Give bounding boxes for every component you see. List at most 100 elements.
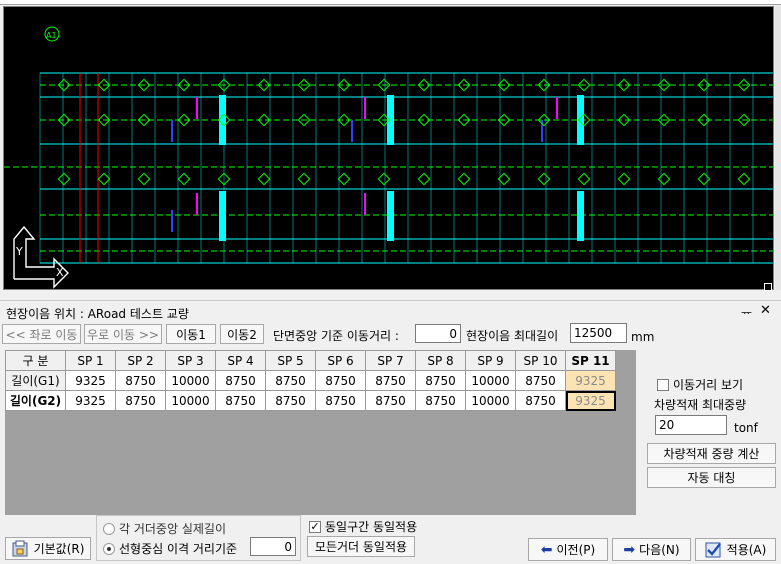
stud-marker — [617, 172, 631, 186]
max-load-input[interactable]: 20 — [655, 415, 727, 435]
radio-each-girder-button[interactable] — [103, 522, 115, 535]
apply-button-label: 적용(A) — [726, 543, 767, 557]
cad-viewport[interactable]: A1 Y X — [0, 0, 781, 294]
prev-button-label: 이전(P) — [556, 543, 596, 557]
grid-cell[interactable]: 8750 — [265, 390, 316, 411]
stud-marker — [137, 172, 151, 186]
panel-title: 현장이음 위치 : ARoad 테스트 교량 — [6, 307, 189, 321]
panel-header: 현장이음 위치 : ARoad 테스트 교량 ᅲ ✕ — [0, 300, 781, 322]
cad-scrollbar[interactable] — [775, 6, 781, 290]
col-header[interactable]: SP 7 — [365, 350, 416, 371]
splice-bar — [577, 191, 584, 241]
apply-button[interactable]: 적용(A) — [695, 538, 776, 561]
move2-button[interactable]: 이동2 — [220, 324, 264, 344]
grid-cell[interactable]: 8750 — [515, 370, 566, 391]
grid-cell[interactable]: 9325 — [65, 390, 116, 411]
grid-cell[interactable]: 10000 — [165, 390, 216, 411]
stud-marker — [257, 172, 271, 186]
row-header-selected[interactable]: 길이(G2) — [5, 390, 66, 411]
move1-button[interactable]: 이동1 — [166, 324, 216, 344]
max-load-unit: tonf — [734, 421, 758, 435]
stud-marker — [737, 172, 751, 186]
ucs-x-label: X — [56, 266, 64, 279]
auto-symmetry-button[interactable]: 자동 대칭 — [647, 467, 776, 488]
default-button-label: 기본값(R) — [33, 542, 85, 556]
grid-cell-readonly[interactable]: 9325 — [565, 370, 616, 391]
show-distance-toggle[interactable]: 이동거리 보기 — [657, 376, 743, 393]
span-length-grid[interactable]: 구 분 SP 1 SP 2 SP 3 SP 4 SP 5 SP 6 SP 7 S… — [5, 350, 636, 515]
cad-top-border — [0, 0, 781, 5]
radio-each-girder[interactable]: 각 거더중앙 실제길이 — [103, 520, 226, 537]
stud-marker — [417, 172, 431, 186]
grid-corner-header: 구 분 — [5, 350, 66, 371]
grid-cell[interactable]: 8750 — [515, 390, 566, 411]
grid-cell[interactable]: 9325 — [65, 370, 116, 391]
move-right-button[interactable]: 우로 이동 >> — [84, 324, 162, 344]
stud-marker — [697, 172, 711, 186]
arrow-right-icon: ➡ — [623, 541, 636, 558]
show-distance-checkbox[interactable] — [657, 378, 669, 391]
grid-cell-active[interactable]: 9325 — [565, 390, 616, 411]
grid-cell[interactable]: 8750 — [365, 370, 416, 391]
apply-all-girders-button[interactable]: 모든거더 동일적용 — [307, 536, 415, 557]
next-button[interactable]: ➡ 다음(N) — [612, 538, 691, 561]
next-button-label: 다음(N) — [639, 543, 680, 557]
grid-cell[interactable]: 8750 — [215, 370, 266, 391]
stud-marker — [457, 172, 471, 186]
apply-check-icon — [705, 542, 721, 557]
radio-line-center-button[interactable] — [103, 542, 115, 555]
grid-row-g2: 길이(G2) 9325 8750 10000 8750 8750 8750 87… — [5, 390, 616, 411]
same-section-toggle[interactable]: ✓ 동일구간 동일적용 — [309, 518, 417, 535]
calc-load-button[interactable]: 차량적재 중량 계산 — [647, 443, 776, 464]
grid-cell[interactable]: 8750 — [315, 390, 366, 411]
max-load-label: 차량적재 최대중량 — [654, 398, 747, 412]
grid-cell[interactable]: 8750 — [115, 390, 166, 411]
pin-icon[interactable]: ᅲ — [741, 304, 752, 321]
col-header[interactable]: SP 9 — [465, 350, 516, 371]
max-length-input[interactable]: 12500 — [570, 323, 627, 343]
move-left-button[interactable]: << 좌로 이동 — [2, 324, 81, 344]
col-header[interactable]: SP 8 — [415, 350, 466, 371]
grid-cell[interactable]: 8750 — [315, 370, 366, 391]
stud-marker — [337, 172, 351, 186]
col-header-selected[interactable]: SP 11 — [565, 350, 616, 371]
max-length-unit: mm — [631, 330, 655, 344]
row-header[interactable]: 길이(G1) — [5, 370, 66, 391]
stud-marker — [537, 172, 551, 186]
grid-cell[interactable]: 8750 — [415, 390, 466, 411]
grid-cell[interactable]: 8750 — [115, 370, 166, 391]
cad-resize-corner — [764, 283, 772, 291]
grid-cell[interactable]: 8750 — [215, 390, 266, 411]
grid-cell[interactable]: 10000 — [165, 370, 216, 391]
default-button[interactable]: 기본값(R) — [5, 537, 91, 560]
radio-line-center[interactable]: 선형중심 이격 거리기준 — [103, 540, 237, 557]
radio-line-center-label: 선형중심 이격 거리기준 — [119, 542, 238, 556]
grid-cell[interactable]: 8750 — [265, 370, 316, 391]
span-table: 구 분 SP 1 SP 2 SP 3 SP 4 SP 5 SP 6 SP 7 S… — [5, 350, 616, 411]
grid-cell[interactable]: 8750 — [365, 390, 416, 411]
cad-canvas[interactable]: A1 Y X — [3, 6, 774, 290]
col-header[interactable]: SP 6 — [315, 350, 366, 371]
grid-header-row: 구 분 SP 1 SP 2 SP 3 SP 4 SP 5 SP 6 SP 7 S… — [5, 350, 616, 371]
col-header[interactable]: SP 1 — [65, 350, 116, 371]
close-icon[interactable]: ✕ — [760, 303, 771, 318]
col-header[interactable]: SP 10 — [515, 350, 566, 371]
line-offset-input[interactable]: 0 — [250, 537, 296, 556]
show-distance-label: 이동거리 보기 — [673, 378, 744, 392]
ucs-y-label: Y — [15, 245, 23, 258]
grid-row-g1: 길이(G1) 9325 8750 10000 8750 8750 8750 87… — [5, 370, 616, 391]
col-header[interactable]: SP 5 — [265, 350, 316, 371]
col-header[interactable]: SP 4 — [215, 350, 266, 371]
col-header[interactable]: SP 3 — [165, 350, 216, 371]
prev-button[interactable]: ⬅ 이전(P) — [528, 538, 608, 561]
stud-marker — [297, 172, 311, 186]
grid-cell[interactable]: 10000 — [465, 370, 516, 391]
col-header[interactable]: SP 2 — [115, 350, 166, 371]
grid-cell[interactable]: 8750 — [415, 370, 466, 391]
center-move-input[interactable]: 0 — [415, 324, 461, 343]
arrow-left-icon: ⬅ — [540, 541, 553, 558]
same-section-checkbox[interactable]: ✓ — [309, 520, 321, 533]
grid-cell[interactable]: 10000 — [465, 390, 516, 411]
splice-bar — [387, 191, 394, 241]
splice-bar — [387, 95, 394, 145]
